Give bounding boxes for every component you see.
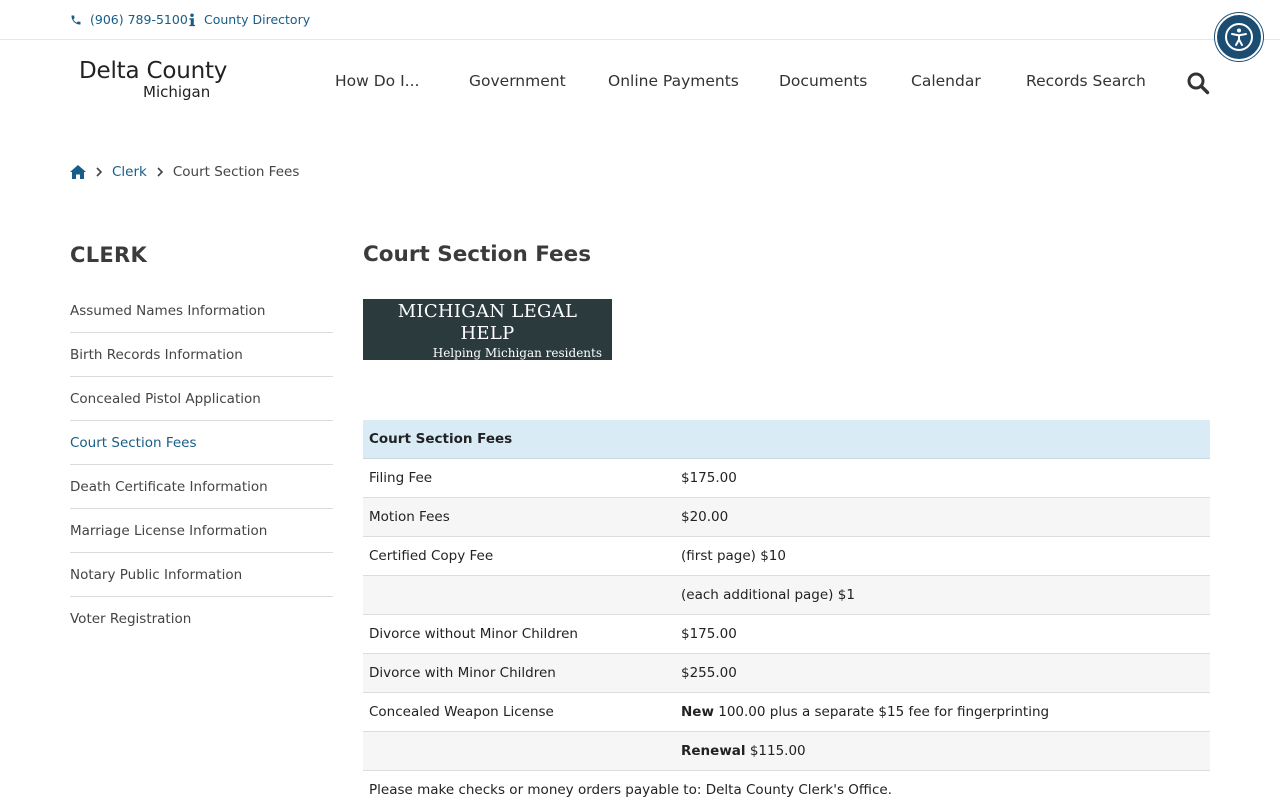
fee-value-text: $115.00 (746, 743, 806, 759)
nav-how-do-i[interactable]: How Do I... (335, 72, 419, 90)
county-directory-label: County Directory (204, 12, 310, 27)
page-title: Court Section Fees (363, 242, 591, 267)
sidebar-item-voter-registration[interactable]: Voter Registration (70, 597, 333, 641)
fee-value: Renewal $115.00 (675, 732, 1210, 771)
home-icon (70, 165, 86, 179)
search-icon (1186, 71, 1210, 95)
fees-table-header: Court Section Fees (363, 420, 1210, 459)
fee-label: Filing Fee (363, 459, 675, 498)
fee-label: Certified Copy Fee (363, 537, 675, 576)
sidebar-item-notary-public[interactable]: Notary Public Information (70, 553, 333, 597)
fee-value: (each additional page) $1 (675, 576, 1210, 615)
michigan-legal-help-banner[interactable]: MICHIGAN LEGAL HELP Helping Michigan res… (363, 299, 612, 360)
sidebar-item-death-certificate[interactable]: Death Certificate Information (70, 465, 333, 509)
sidebar-item-concealed-pistol[interactable]: Concealed Pistol Application (70, 377, 333, 421)
nav-online-payments[interactable]: Online Payments (608, 72, 739, 90)
nav-records-search[interactable]: Records Search (1026, 72, 1146, 90)
sidebar-nav: Assumed Names Information Birth Records … (70, 289, 333, 641)
banner-line-2: solve their legal problems. (373, 361, 602, 377)
phone-number: (906) 789-5100 (90, 12, 188, 27)
fee-label: Concealed Weapon License (363, 693, 675, 732)
table-row: Divorce with Minor Children $255.00 (363, 654, 1210, 693)
fee-value: $20.00 (675, 498, 1210, 537)
chevron-right-icon (96, 167, 102, 177)
fees-table: Court Section Fees Filing Fee $175.00 Mo… (363, 420, 1210, 809)
table-row: Certified Copy Fee (first page) $10 (363, 537, 1210, 576)
table-row: Please make checks or money orders payab… (363, 771, 1210, 809)
accessibility-button[interactable] (1215, 13, 1263, 61)
breadcrumb-current: Court Section Fees (173, 164, 300, 180)
fee-value: New 100.00 plus a separate $15 fee for f… (675, 693, 1210, 732)
fee-value: $255.00 (675, 654, 1210, 693)
logo-title: Delta County (79, 58, 219, 84)
table-row: Renewal $115.00 (363, 732, 1210, 771)
fee-label (363, 576, 675, 615)
accessibility-icon (1224, 22, 1254, 52)
table-row: Filing Fee $175.00 (363, 459, 1210, 498)
site-logo[interactable]: Delta County Michigan (79, 58, 219, 100)
payment-note: Please make checks or money orders payab… (363, 771, 1210, 809)
search-button[interactable] (1186, 71, 1210, 99)
fee-value: $175.00 (675, 615, 1210, 654)
fee-label: Divorce with Minor Children (363, 654, 675, 693)
fee-value-text: 100.00 plus a separate $15 fee for finge… (714, 704, 1049, 720)
table-row: (each additional page) $1 (363, 576, 1210, 615)
nav-government[interactable]: Government (469, 72, 566, 90)
utility-bar: (906) 789-5100 County Directory (0, 0, 1280, 40)
fee-value: $175.00 (675, 459, 1210, 498)
banner-line-1: Helping Michigan residents (373, 345, 602, 361)
sidebar-item-birth-records[interactable]: Birth Records Information (70, 333, 333, 377)
nav-calendar[interactable]: Calendar (911, 72, 981, 90)
fee-value-bold: Renewal (681, 743, 746, 759)
fee-value-bold: New (681, 704, 714, 720)
logo-subtitle: Michigan (79, 84, 219, 100)
table-row: Divorce without Minor Children $175.00 (363, 615, 1210, 654)
sidebar-title: CLERK (70, 243, 147, 267)
table-row: Motion Fees $20.00 (363, 498, 1210, 537)
breadcrumb-home[interactable] (70, 165, 86, 179)
fee-label: Divorce without Minor Children (363, 615, 675, 654)
info-icon (188, 13, 196, 27)
phone-icon (70, 14, 82, 26)
breadcrumb: Clerk Court Section Fees (70, 164, 299, 180)
chevron-right-icon (157, 167, 163, 177)
table-row: Concealed Weapon License New 100.00 plus… (363, 693, 1210, 732)
fee-label: Motion Fees (363, 498, 675, 537)
nav-documents[interactable]: Documents (779, 72, 867, 90)
fee-label (363, 732, 675, 771)
breadcrumb-clerk[interactable]: Clerk (112, 164, 147, 180)
county-directory-link[interactable]: County Directory (188, 12, 310, 27)
sidebar-item-court-section-fees[interactable]: Court Section Fees (70, 421, 333, 465)
sidebar-item-marriage-license[interactable]: Marriage License Information (70, 509, 333, 553)
banner-title: MICHIGAN LEGAL HELP (373, 301, 602, 345)
fee-value: (first page) $10 (675, 537, 1210, 576)
phone-link[interactable]: (906) 789-5100 (70, 12, 188, 27)
sidebar-item-assumed-names[interactable]: Assumed Names Information (70, 289, 333, 333)
